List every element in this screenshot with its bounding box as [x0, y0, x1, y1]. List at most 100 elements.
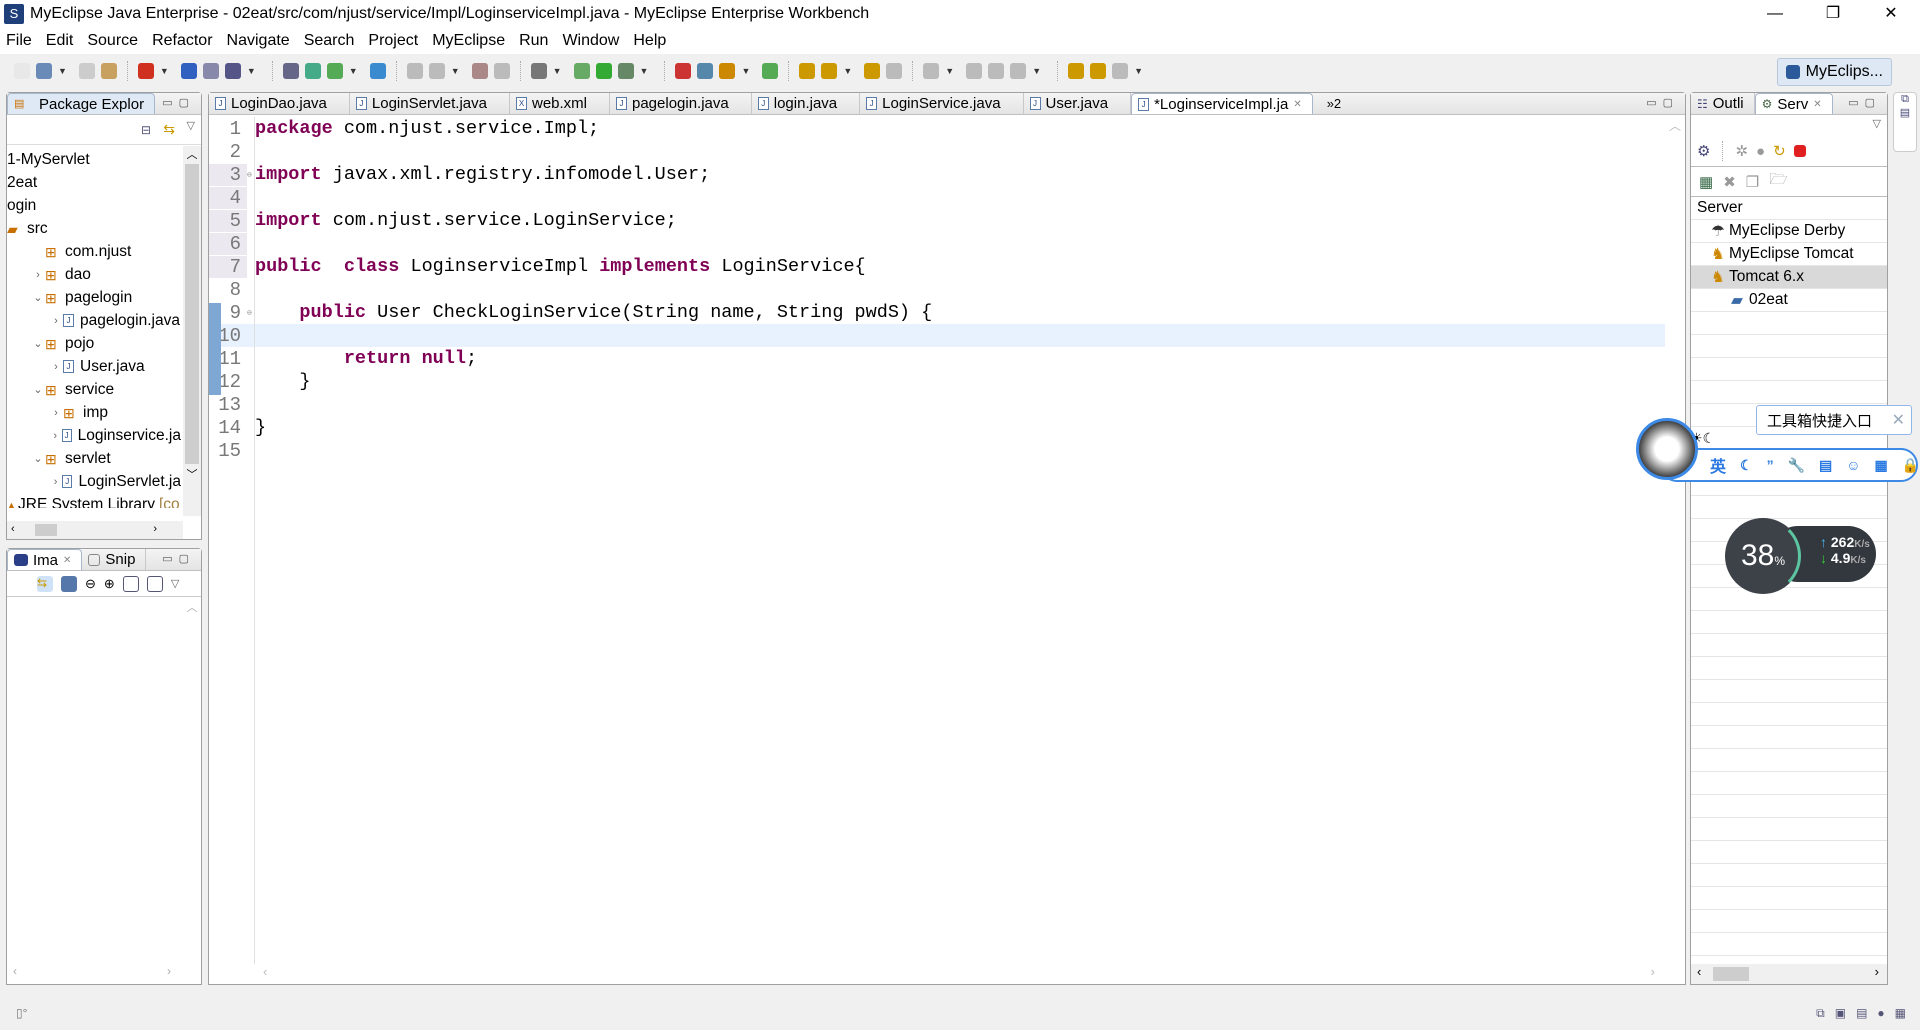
- toolbar-button-icon[interactable]: [428, 63, 445, 79]
- horizontal-scrollbar[interactable]: ‹ ›: [7, 964, 201, 984]
- delete-icon[interactable]: ✖: [1723, 173, 1736, 191]
- toolbar-button-icon[interactable]: [595, 63, 612, 79]
- language-toggle[interactable]: 英: [1710, 453, 1726, 477]
- tab-servers[interactable]: ⚙ Serv ✕: [1754, 93, 1833, 114]
- toolbar-button-icon[interactable]: [304, 63, 321, 79]
- restore-button[interactable]: ❐: [1804, 0, 1862, 28]
- minimize-button[interactable]: —: [1746, 0, 1804, 28]
- view-menu-icon[interactable]: ▽: [171, 577, 179, 590]
- editor-tab[interactable]: J LoginService.java: [860, 93, 1024, 114]
- menu-search[interactable]: Search: [304, 32, 355, 50]
- sync-icon[interactable]: ⇆: [37, 575, 53, 592]
- toolbar-button-icon[interactable]: [493, 63, 510, 79]
- editor-vertical-scrollbar[interactable]: ︿: [1665, 117, 1685, 967]
- image-edit-icon[interactable]: [61, 575, 77, 592]
- expand-icon[interactable]: ›: [31, 269, 45, 281]
- wrench-icon[interactable]: 🔧: [1788, 457, 1805, 474]
- actual-size-icon[interactable]: [122, 575, 139, 592]
- expand-icon[interactable]: ›: [49, 430, 62, 442]
- tray-icon[interactable]: ●: [1877, 1006, 1884, 1021]
- tree-item[interactable]: ▰ src: [7, 217, 181, 240]
- toolbar-button-icon[interactable]: [1010, 63, 1027, 79]
- expand-icon[interactable]: ›: [49, 407, 63, 419]
- debug-server-icon[interactable]: ✲: [1735, 142, 1748, 160]
- more-tabs-button[interactable]: »2: [1327, 96, 1341, 111]
- toolbar-button-icon[interactable]: [923, 63, 940, 79]
- menu-edit[interactable]: Edit: [46, 32, 74, 50]
- toolbar-button-icon[interactable]: [966, 63, 983, 79]
- table-icon[interactable]: ▤: [1894, 106, 1916, 119]
- tree-item[interactable]: 2eat: [7, 171, 181, 194]
- toolbar-button-icon[interactable]: [326, 63, 343, 79]
- toolbar-button-icon[interactable]: [573, 63, 590, 79]
- tree-item[interactable]: › J LoginServlet.ja: [7, 470, 181, 493]
- tab-snippets[interactable]: Snip: [82, 549, 147, 570]
- menu-project[interactable]: Project: [368, 32, 418, 50]
- editor-tab[interactable]: J *LoginserviceImpl.ja ✕: [1131, 93, 1313, 114]
- toolbar-button-icon[interactable]: [78, 63, 95, 79]
- toolbar-button-icon[interactable]: [719, 63, 736, 79]
- link-with-editor-icon[interactable]: ⇆: [163, 121, 175, 138]
- toolbar-button-icon[interactable]: [1112, 63, 1129, 79]
- toolbar-button-icon[interactable]: [369, 63, 386, 79]
- vertical-scrollbar[interactable]: ︿: [183, 599, 201, 964]
- toolbar-button-icon[interactable]: [675, 63, 692, 79]
- start-server-icon[interactable]: ●: [1756, 143, 1765, 160]
- perspective-myeclipse-button[interactable]: MyEclips...: [1776, 58, 1892, 86]
- clipboard-icon[interactable]: ▤: [1819, 457, 1832, 474]
- view-menu-icon[interactable]: ▽: [1873, 117, 1881, 130]
- tree-item[interactable]: › J User.java: [7, 355, 181, 378]
- toolbar-button-icon[interactable]: [988, 63, 1005, 79]
- dropdown-arrow-icon[interactable]: ▼: [741, 66, 750, 76]
- tree-item[interactable]: ⌄ ⊞ pojo: [7, 332, 181, 355]
- tree-item[interactable]: › ⊞ imp: [7, 401, 181, 424]
- dropdown-arrow-icon[interactable]: ▼: [1032, 66, 1041, 76]
- tree-item[interactable]: ⌄ ⊞ pagelogin: [7, 286, 181, 309]
- menu-help[interactable]: Help: [633, 32, 666, 50]
- editor-tab[interactable]: Xweb.xml: [510, 93, 610, 114]
- code-editor[interactable]: 1 package com.njust.service.Impl; 2 3 ⊖ impor…: [209, 117, 1665, 967]
- menu-navigate[interactable]: Navigate: [227, 32, 290, 50]
- toolbar-button-icon[interactable]: [617, 63, 634, 79]
- fast-view-icon[interactable]: ▯°: [16, 1006, 27, 1020]
- memory-usage-ball[interactable]: 38%: [1725, 518, 1801, 594]
- dropdown-arrow-icon[interactable]: ▼: [58, 66, 67, 76]
- emoji-icon[interactable]: ☺: [1846, 457, 1860, 473]
- menu-source[interactable]: Source: [87, 32, 138, 50]
- tray-icon[interactable]: ▤: [1856, 1006, 1867, 1021]
- view-menu-icon[interactable]: ▽: [187, 119, 195, 132]
- close-tab-icon[interactable]: ✕: [1813, 99, 1821, 110]
- horizontal-scrollbar[interactable]: ‹ ›: [1691, 964, 1887, 984]
- server-item[interactable]: ☂ MyEclipse Derby: [1691, 220, 1887, 243]
- minimize-maximize-buttons[interactable]: ▭▢: [162, 96, 195, 109]
- toolbar-button-icon[interactable]: [864, 63, 881, 79]
- dropdown-arrow-icon[interactable]: ▼: [1134, 66, 1143, 76]
- tree-item[interactable]: 1-MyServlet: [7, 148, 181, 171]
- dropdown-arrow-icon[interactable]: ▼: [349, 66, 358, 76]
- minimize-maximize-buttons[interactable]: ▭▢: [1848, 96, 1881, 109]
- toolbar-button-icon[interactable]: [530, 63, 547, 79]
- tree-item[interactable]: › Jpagelogin.java: [7, 309, 181, 332]
- toolbar-button-icon[interactable]: [1068, 63, 1085, 79]
- dropdown-arrow-icon[interactable]: ▼: [945, 66, 954, 76]
- collapse-icon[interactable]: ⌄: [31, 337, 45, 350]
- new-server-icon[interactable]: ▦: [1699, 173, 1713, 191]
- toolbar-button-icon[interactable]: [224, 63, 241, 79]
- toolbar-button-icon[interactable]: [180, 63, 197, 79]
- toolbar-button-icon[interactable]: [282, 63, 299, 79]
- toolbar-button-icon[interactable]: [821, 63, 838, 79]
- fit-icon[interactable]: [146, 575, 163, 592]
- zoom-out-icon[interactable]: ⊖: [85, 576, 96, 592]
- toolbar-button-icon[interactable]: [14, 63, 30, 79]
- dropdown-arrow-icon[interactable]: ▼: [247, 66, 256, 76]
- moon-icon[interactable]: ☾: [1740, 457, 1753, 474]
- tree-item[interactable]: › ⊞ dao: [7, 263, 181, 286]
- toolbar-button-icon[interactable]: [697, 63, 714, 79]
- toolbar-button-icon[interactable]: [406, 63, 423, 79]
- collapse-all-icon[interactable]: ⊟: [141, 123, 151, 137]
- expand-icon[interactable]: ›: [49, 315, 63, 327]
- tab-package-explorer[interactable]: ▤ Package Explor: [7, 93, 156, 114]
- minimize-maximize-buttons[interactable]: ▭▢: [162, 552, 195, 565]
- menu-refactor[interactable]: Refactor: [152, 32, 212, 50]
- toolbar-button-icon[interactable]: [1090, 63, 1107, 79]
